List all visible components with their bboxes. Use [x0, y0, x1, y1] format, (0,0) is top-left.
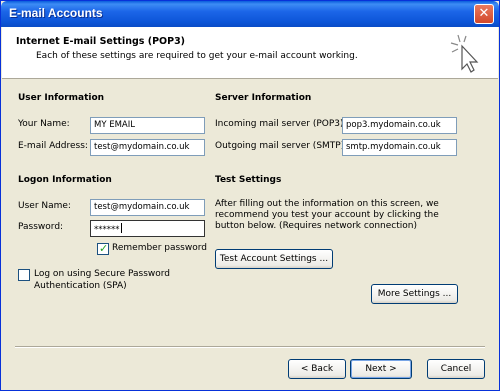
- footer-separator: [15, 346, 485, 348]
- close-icon: ✕: [478, 6, 490, 21]
- server-info-heading: Server Information: [215, 93, 312, 103]
- user-info-heading: User Information: [18, 93, 105, 103]
- window-title: E-mail Accounts: [9, 6, 103, 20]
- page-subtitle: Each of these settings are required to g…: [36, 51, 358, 61]
- incoming-server-label: Incoming mail server (POP3):: [215, 119, 347, 129]
- outgoing-server-field[interactable]: smtp.mydomain.co.uk: [342, 139, 457, 156]
- text-caret: [120, 223, 122, 233]
- email-address-field[interactable]: test@mydomain.co.uk: [90, 139, 205, 156]
- page-title: Internet E-mail Settings (POP3): [16, 36, 186, 47]
- user-name-field[interactable]: test@mydomain.co.uk: [90, 199, 205, 216]
- remember-password-checkbox[interactable]: [97, 242, 109, 255]
- close-button[interactable]: ✕: [474, 4, 494, 24]
- outgoing-server-label: Outgoing mail server (SMTP):: [215, 141, 348, 151]
- test-desc-line-3: button below. (Requires network connecti…: [215, 221, 417, 231]
- remember-password-label[interactable]: Remember password: [112, 243, 207, 253]
- logon-info-heading: Logon Information: [18, 175, 112, 185]
- more-settings-button[interactable]: More Settings ...: [371, 284, 458, 304]
- spa-label-line2[interactable]: Authentication (SPA): [34, 281, 127, 291]
- user-name-label: User Name:: [18, 201, 71, 211]
- password-field[interactable]: ******: [90, 220, 205, 237]
- test-account-settings-button[interactable]: Test Account Settings ...: [215, 249, 333, 269]
- test-desc-line-1: After filling out the information on thi…: [215, 199, 439, 209]
- cursor-click-icon: [450, 34, 479, 73]
- email-address-label: E-mail Address:: [18, 141, 88, 151]
- next-button[interactable]: Next >: [350, 359, 412, 379]
- test-settings-heading: Test Settings: [215, 175, 282, 185]
- password-label: Password:: [18, 222, 64, 232]
- email-accounts-dialog: E-mail Accounts ✕ Internet E-mail Settin…: [0, 0, 500, 391]
- title-bar[interactable]: E-mail Accounts ✕: [1, 1, 499, 27]
- test-settings-description: After filling out the information on thi…: [215, 199, 439, 232]
- spa-checkbox[interactable]: [18, 269, 30, 281]
- header-panel: Internet E-mail Settings (POP3) Each of …: [2, 27, 498, 79]
- your-name-label: Your Name:: [18, 119, 70, 129]
- your-name-field[interactable]: MY EMAIL: [90, 117, 205, 134]
- spa-label-line1[interactable]: Log on using Secure Password: [34, 269, 170, 279]
- test-desc-line-2: recommend you test your account by click…: [215, 210, 439, 220]
- cancel-button[interactable]: Cancel: [427, 359, 485, 379]
- incoming-server-field[interactable]: pop3.mydomain.co.uk: [342, 117, 457, 134]
- password-value: ******: [94, 225, 120, 235]
- back-button[interactable]: < Back: [288, 359, 346, 379]
